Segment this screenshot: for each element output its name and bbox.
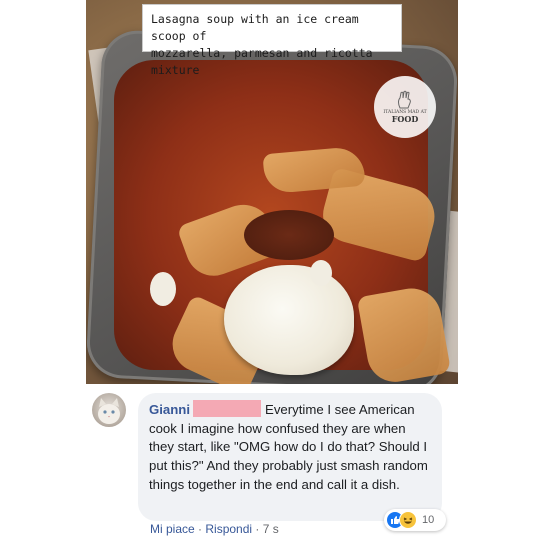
reply-link[interactable]: Rispondi: [205, 522, 252, 536]
separator: ·: [198, 522, 203, 536]
cheese-scoop: [224, 265, 354, 375]
ground-meat: [244, 210, 334, 260]
caption-text: Lasagna soup with an ice cream scoop of …: [151, 12, 373, 77]
watermark-logo: ITALIANS MAD AT FOOD: [374, 76, 436, 138]
like-link[interactable]: Mi piace: [150, 522, 195, 536]
reaction-summary[interactable]: 10: [384, 509, 446, 531]
comment-body: Gianni Everytime I see American cook I im…: [149, 400, 430, 495]
cheese-bit: [150, 272, 176, 306]
avatar[interactable]: [92, 393, 126, 427]
haha-icon: [399, 511, 417, 529]
cat-avatar-icon: [98, 398, 120, 424]
comment-author[interactable]: Gianni: [149, 402, 190, 417]
watermark-big-text: FOOD: [391, 114, 419, 124]
hand-gesture-icon: [398, 90, 411, 109]
redacted-surname: [193, 400, 262, 417]
separator: ·: [255, 522, 260, 536]
reaction-count: 10: [422, 514, 435, 526]
cheese-bit: [310, 260, 332, 286]
comment-text: Everytime I see American cook I imagine …: [149, 402, 428, 492]
comment-timestamp[interactable]: 7 s: [263, 522, 279, 536]
comment-actions: Mi piace · Rispondi · 7 s: [150, 522, 279, 536]
post-photo[interactable]: Lasagna soup with an ice cream scoop of …: [86, 0, 458, 384]
photo-caption: Lasagna soup with an ice cream scoop of …: [142, 4, 402, 77]
comment-bubble: Gianni Everytime I see American cook I im…: [138, 393, 442, 521]
